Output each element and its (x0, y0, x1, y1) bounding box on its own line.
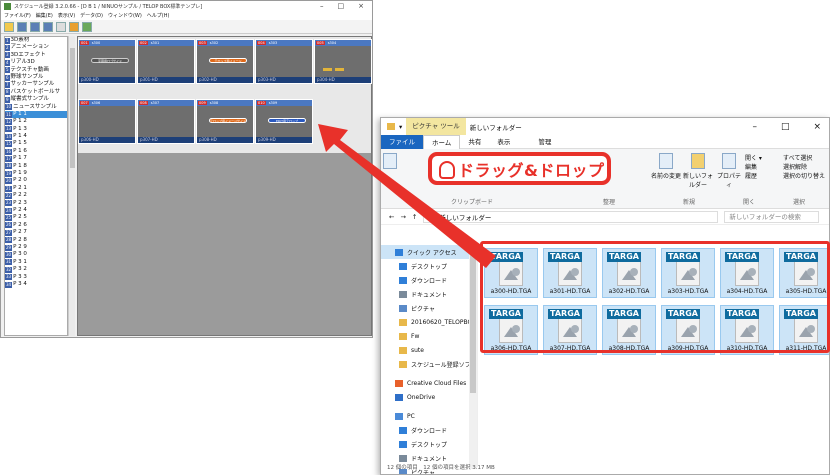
drag-drop-callout: ドラッグ&ドロップ (428, 152, 611, 185)
callout-text: ドラッグ&ドロップ (458, 160, 605, 180)
hand-pointer-icon (439, 161, 455, 179)
drag-arrow (318, 124, 496, 268)
